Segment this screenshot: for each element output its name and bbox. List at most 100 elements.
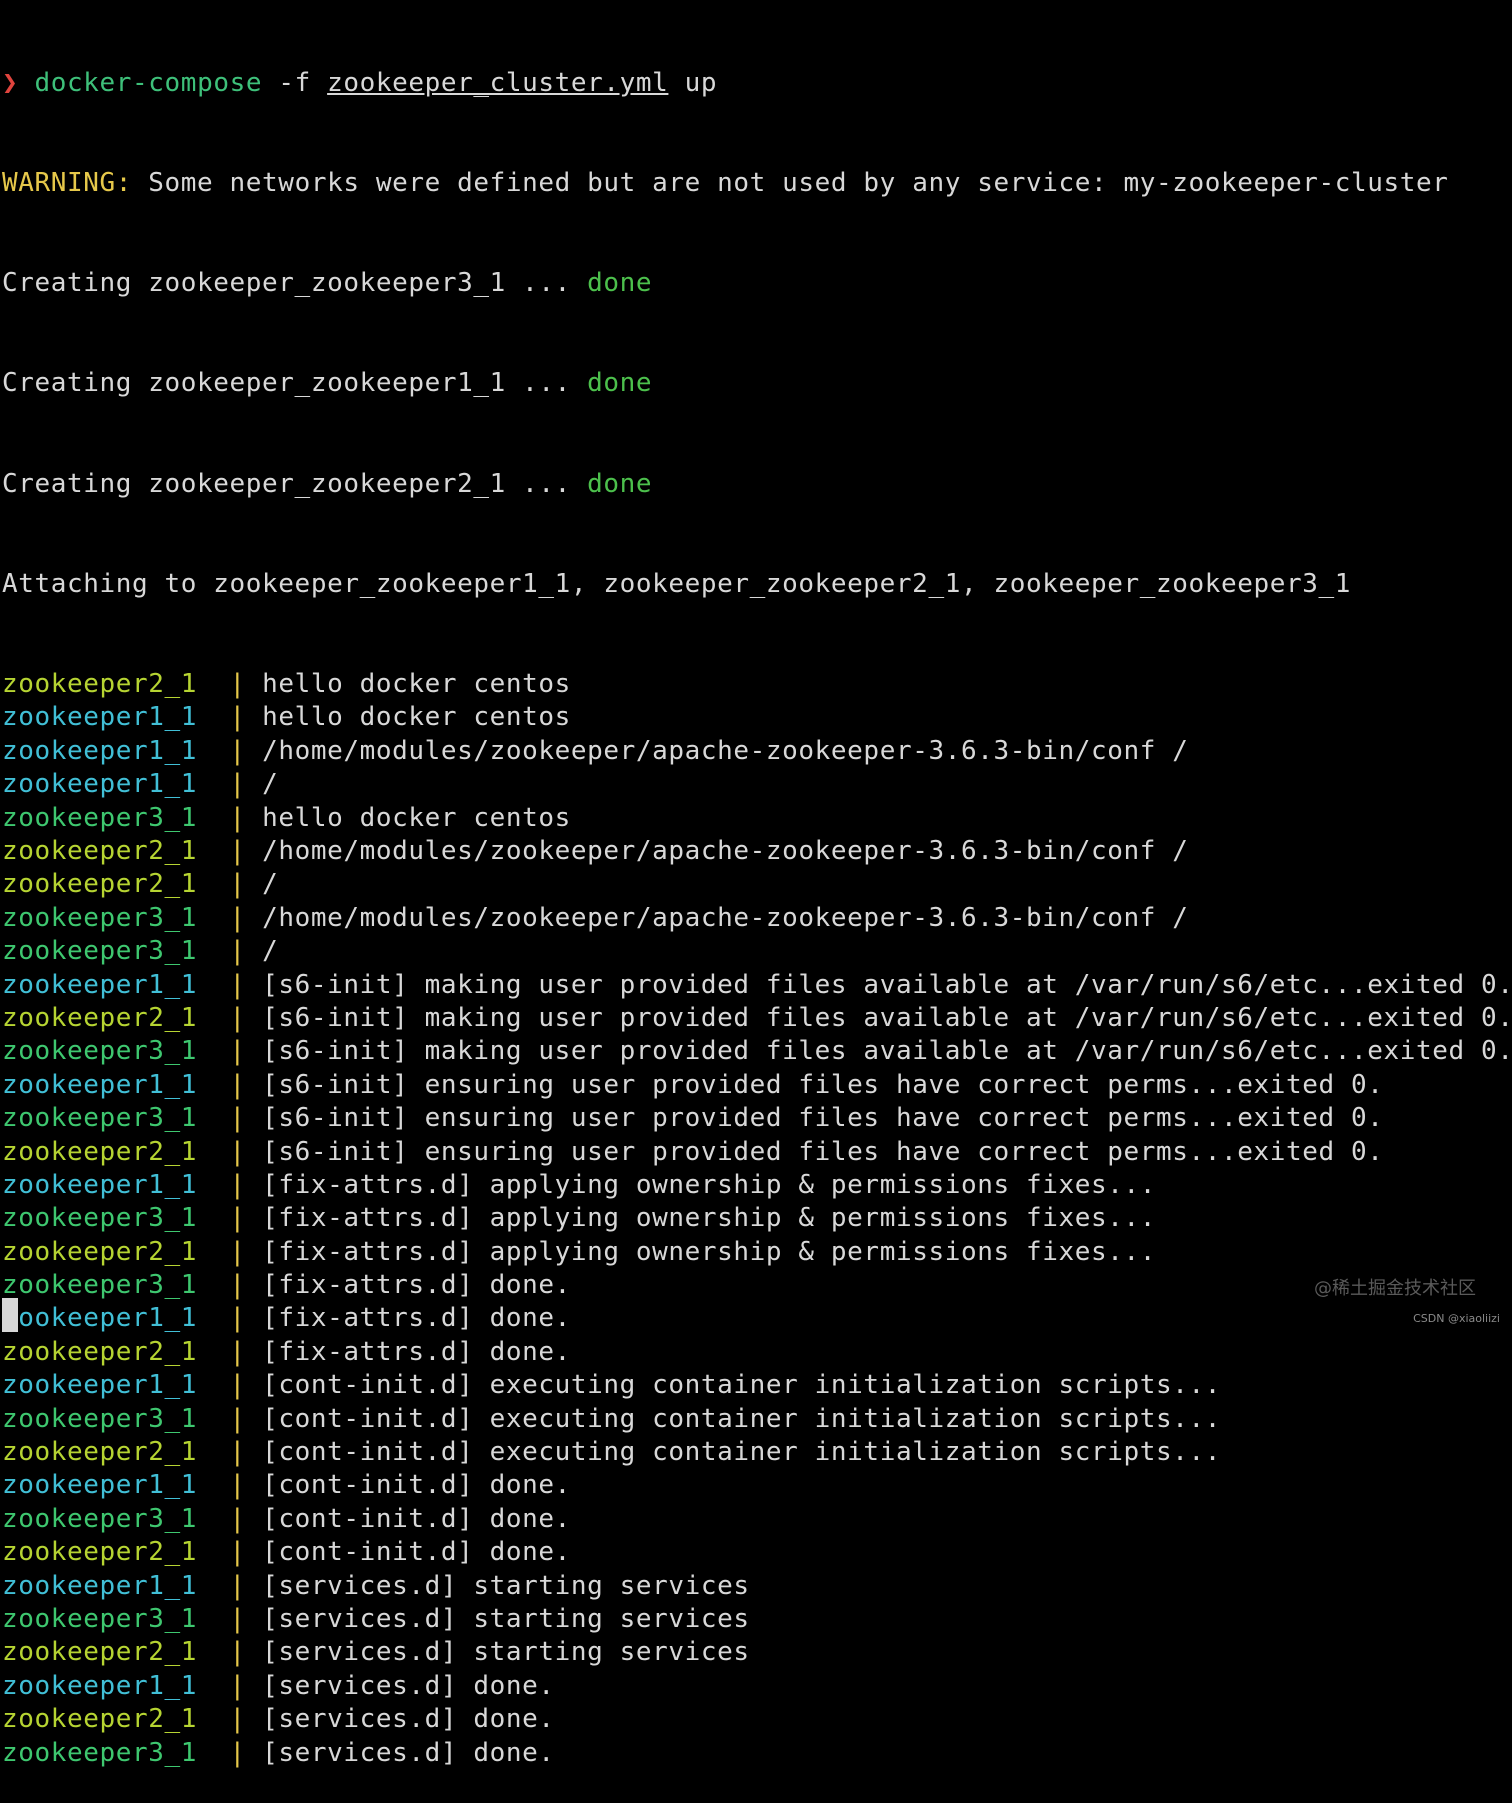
log-separator: | (197, 1470, 263, 1501)
log-message: hello docker centos (262, 802, 571, 833)
log-service-name: zookeeper3_1 (2, 802, 198, 833)
log-separator: | (197, 802, 263, 833)
creating-prefix: Creating zookeeper_zookeeper2_1 ... (2, 468, 588, 499)
log-separator: | (197, 1136, 263, 1167)
log-line: zookeeper3_1 | [fix-attrs.d] done. (2, 1269, 1510, 1302)
log-line: zookeeper1_1 | [fix-attrs.d] applying ow… (2, 1169, 1510, 1202)
log-message: hello docker centos (262, 669, 571, 700)
log-message: [cont-init.d] done. (262, 1537, 571, 1568)
log-service-name: zookeeper2_1 (2, 1704, 198, 1735)
log-separator: | (197, 1704, 263, 1735)
log-line: zookeeper3_1 | [s6-init] ensuring user p… (2, 1102, 1510, 1135)
log-line: zookeeper2_1 | [services.d] starting ser… (2, 1636, 1510, 1669)
log-separator: | (197, 1403, 263, 1434)
log-message: [s6-init] making user provided files ava… (262, 1036, 1512, 1067)
log-separator: | (197, 1203, 263, 1234)
creating-status: done (587, 268, 653, 299)
log-message: /home/modules/zookeeper/apache-zookeeper… (262, 902, 1189, 933)
log-service-name: zookeeper3_1 (2, 1737, 198, 1768)
command-line: ❯ docker-compose -f zookeeper_cluster.ym… (2, 67, 1510, 100)
log-separator: | (197, 669, 263, 700)
log-message: [fix-attrs.d] done. (262, 1303, 571, 1334)
creating-status: done (587, 368, 653, 399)
command-file: zookeeper_cluster.yml (327, 67, 669, 98)
log-separator: | (197, 969, 263, 1000)
log-separator: | (197, 735, 263, 766)
log-service-name: zookeeper3_1 (2, 1403, 198, 1434)
attaching-line: Attaching to zookeeper_zookeeper1_1, zoo… (2, 568, 1352, 599)
log-line: zookeeper3_1 | [services.d] done. (2, 1737, 1510, 1770)
log-service-name: zookeeper1_1 (2, 1069, 198, 1100)
log-service-name: zookeeper1_1 (2, 1303, 198, 1334)
warning-message: Some networks were defined but are not u… (132, 168, 1449, 199)
log-separator: | (197, 1169, 263, 1200)
log-service-name: zookeeper2_1 (2, 869, 198, 900)
log-service-name: zookeeper3_1 (2, 1270, 198, 1301)
log-line: zookeeper3_1 | hello docker centos (2, 802, 1510, 835)
log-message: /home/modules/zookeeper/apache-zookeeper… (262, 735, 1189, 766)
log-line: zookeeper1_1 | hello docker centos (2, 701, 1510, 734)
log-line: zookeeper2_1 | [s6-init] ensuring user p… (2, 1136, 1510, 1169)
log-separator: | (197, 1570, 263, 1601)
log-line: zookeeper2_1 | /home/modules/zookeeper/a… (2, 835, 1510, 868)
log-separator: | (197, 1036, 263, 1067)
terminal-output[interactable]: ❯ docker-compose -f zookeeper_cluster.ym… (2, 0, 1512, 1803)
log-service-name: zookeeper2_1 (2, 1637, 198, 1668)
log-service-name: zookeeper1_1 (2, 735, 198, 766)
terminal-cursor (2, 1298, 18, 1332)
log-message: [s6-init] ensuring user provided files h… (262, 1136, 1384, 1167)
log-separator: | (197, 1737, 263, 1768)
log-separator: | (197, 936, 263, 967)
log-service-name: zookeeper1_1 (2, 1470, 198, 1501)
watermark-site: @稀土掘金技术社区 (1314, 1278, 1476, 1299)
log-line: zookeeper1_1 | /home/modules/zookeeper/a… (2, 735, 1510, 768)
log-separator: | (197, 1303, 263, 1334)
warning-label: WARNING: (2, 168, 133, 199)
log-line: zookeeper2_1 | [fix-attrs.d] done. (2, 1336, 1510, 1369)
creating-prefix: Creating zookeeper_zookeeper3_1 ... (2, 268, 588, 299)
log-line: zookeeper2_1 | [cont-init.d] done. (2, 1536, 1510, 1569)
log-service-name: zookeeper2_1 (2, 1336, 198, 1367)
log-line: zookeeper1_1 | [cont-init.d] executing c… (2, 1369, 1510, 1402)
log-separator: | (197, 702, 263, 733)
log-separator: | (197, 1437, 263, 1468)
log-service-name: zookeeper1_1 (2, 1370, 198, 1401)
log-separator: | (197, 769, 263, 800)
log-service-name: zookeeper3_1 (2, 902, 198, 933)
log-service-name: zookeeper1_1 (2, 702, 198, 733)
log-line: zookeeper3_1 | [fix-attrs.d] applying ow… (2, 1202, 1510, 1235)
log-line: zookeeper2_1 | [services.d] done. (2, 1703, 1510, 1736)
log-message: [fix-attrs.d] done. (262, 1270, 571, 1301)
log-service-name: zookeeper2_1 (2, 835, 198, 866)
log-message: [fix-attrs.d] done. (262, 1336, 571, 1367)
log-separator: | (197, 1103, 263, 1134)
log-message: hello docker centos (262, 702, 571, 733)
log-line: zookeeper3_1 | [cont-init.d] done. (2, 1503, 1510, 1536)
log-separator: | (197, 1637, 263, 1668)
creating-line: Creating zookeeper_zookeeper1_1 ... done (2, 367, 1510, 400)
log-line: zookeeper3_1 | [services.d] starting ser… (2, 1603, 1510, 1636)
log-line: zookeeper3_1 | /home/modules/zookeeper/a… (2, 902, 1510, 935)
log-message: [services.d] starting services (262, 1603, 750, 1634)
creating-line: Creating zookeeper_zookeeper3_1 ... done (2, 267, 1510, 300)
log-line: zookeeper1_1 | / (2, 768, 1510, 801)
log-message: [fix-attrs.d] applying ownership & permi… (262, 1169, 1156, 1200)
log-message: / (262, 936, 279, 967)
log-service-name: zookeeper3_1 (2, 1503, 198, 1534)
log-separator: | (197, 1270, 263, 1301)
log-message: [cont-init.d] executing container initia… (262, 1437, 1222, 1468)
log-service-name: zookeeper3_1 (2, 1036, 198, 1067)
warning-line: WARNING: Some networks were defined but … (2, 167, 1510, 200)
log-message: [s6-init] ensuring user provided files h… (262, 1069, 1384, 1100)
log-line: zookeeper2_1 | [fix-attrs.d] applying ow… (2, 1236, 1510, 1269)
log-service-name: zookeeper2_1 (2, 1537, 198, 1568)
log-service-name: zookeeper1_1 (2, 1570, 198, 1601)
log-message: [cont-init.d] done. (262, 1470, 571, 1501)
log-message: /home/modules/zookeeper/apache-zookeeper… (262, 835, 1189, 866)
log-message: [cont-init.d] executing container initia… (262, 1370, 1222, 1401)
log-service-name: zookeeper2_1 (2, 669, 198, 700)
log-separator: | (197, 1603, 263, 1634)
creating-status: done (587, 468, 653, 499)
log-message: [fix-attrs.d] applying ownership & permi… (262, 1203, 1156, 1234)
log-message: [services.d] done. (262, 1704, 555, 1735)
